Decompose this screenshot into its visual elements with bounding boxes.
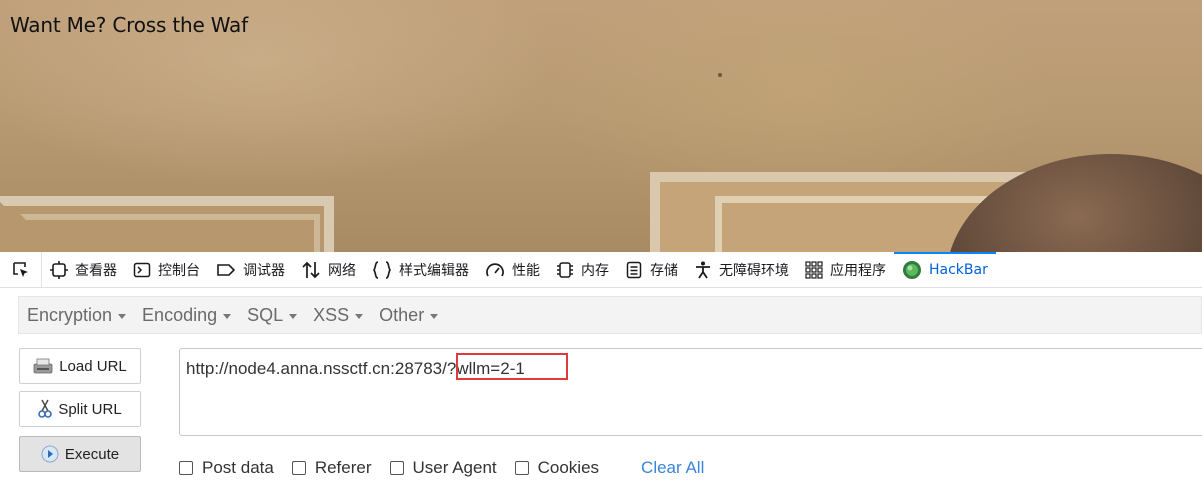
element-picker-icon — [12, 261, 28, 277]
button-label: Load URL — [59, 357, 127, 375]
performance-icon — [486, 262, 504, 276]
tab-console[interactable]: 控制台 — [125, 252, 208, 288]
tab-label: 内存 — [581, 262, 609, 279]
tab-label: 样式编辑器 — [399, 262, 469, 279]
network-icon — [302, 261, 320, 278]
tab-performance[interactable]: 性能 — [477, 252, 548, 288]
tab-hackbar[interactable]: HackBar — [894, 251, 996, 288]
background-door-frame-inner — [20, 214, 320, 252]
load-url-icon — [33, 358, 53, 374]
tab-style-editor[interactable]: 样式编辑器 — [364, 252, 477, 288]
page-viewport: Want Me? Cross the Waf — [0, 0, 1202, 252]
tab-label: 存储 — [650, 262, 678, 279]
tab-label: 查看器 — [75, 262, 117, 279]
menu-encoding[interactable]: Encoding — [134, 296, 239, 334]
load-url-button[interactable]: Load URL — [19, 348, 141, 384]
cookies-option[interactable]: Cookies — [514, 458, 600, 478]
debugger-icon — [217, 263, 236, 276]
tab-label: 无障碍环境 — [719, 262, 789, 279]
caret-down-icon — [118, 313, 127, 319]
devtools-toolbar: 查看器 控制台 调试器 网络 样式编辑器 性能 内存 存储 无障碍环境 应用程序… — [0, 251, 1202, 288]
menu-label: Encoding — [142, 304, 218, 325]
console-icon — [133, 262, 151, 277]
button-label: Split URL — [58, 400, 122, 418]
caret-down-icon — [355, 313, 364, 319]
button-label: Execute — [64, 445, 120, 463]
tab-network[interactable]: 网络 — [293, 252, 364, 288]
option-label: User Agent — [412, 458, 497, 477]
background-speck — [718, 73, 722, 77]
user-agent-option[interactable]: User Agent — [389, 458, 497, 478]
post-data-checkbox[interactable] — [179, 461, 193, 475]
referer-option[interactable]: Referer — [291, 458, 372, 478]
split-url-button[interactable]: Split URL — [19, 391, 141, 427]
tab-label: 应用程序 — [830, 262, 886, 279]
inspector-icon — [50, 260, 68, 279]
play-icon — [41, 445, 59, 463]
tab-label: 控制台 — [158, 262, 200, 279]
tab-debugger[interactable]: 调试器 — [208, 252, 293, 288]
option-label: Referer — [314, 458, 372, 477]
referer-checkbox[interactable] — [291, 461, 306, 475]
storage-icon — [626, 261, 642, 278]
caret-down-icon — [223, 313, 232, 319]
element-picker-button[interactable] — [0, 251, 42, 288]
tab-label: HackBar — [929, 261, 988, 278]
scissors-icon — [38, 399, 53, 418]
option-label: Cookies — [537, 458, 600, 477]
url-text: http://node4.anna.nssctf.cn:28783/?wllm=… — [186, 359, 525, 378]
menu-label: Encryption — [27, 304, 113, 325]
memory-icon — [557, 261, 573, 278]
url-textarea[interactable]: http://node4.anna.nssctf.cn:28783/?wllm=… — [179, 348, 1202, 436]
tab-storage[interactable]: 存储 — [617, 252, 686, 288]
post-data-option[interactable]: Post data — [179, 458, 274, 478]
option-label: Post data — [202, 458, 274, 477]
style-editor-icon — [373, 260, 391, 279]
tab-label: 性能 — [512, 262, 540, 279]
menu-sql[interactable]: SQL — [239, 296, 305, 334]
menu-label: Other — [379, 304, 425, 325]
menu-other[interactable]: Other — [371, 296, 446, 334]
tab-accessibility[interactable]: 无障碍环境 — [686, 252, 797, 288]
tab-memory[interactable]: 内存 — [548, 252, 617, 288]
clear-all-link[interactable]: Clear All — [641, 458, 704, 478]
accessibility-icon — [696, 261, 710, 278]
menu-label: SQL — [247, 304, 284, 325]
tab-application[interactable]: 应用程序 — [797, 252, 894, 288]
application-icon — [805, 260, 823, 279]
menu-xss[interactable]: XSS — [305, 296, 371, 334]
hackbar-menu: Encryption Encoding SQL XSS Other — [18, 296, 1202, 334]
tab-label: 调试器 — [243, 262, 285, 279]
page-title: Want Me? Cross the Waf — [10, 13, 248, 37]
menu-encryption[interactable]: Encryption — [19, 296, 134, 334]
caret-down-icon — [289, 313, 298, 319]
caret-down-icon — [430, 313, 439, 319]
tab-inspector[interactable]: 查看器 — [42, 252, 125, 288]
menu-label: XSS — [313, 304, 350, 325]
execute-button[interactable]: Execute — [19, 436, 141, 472]
hackbar-icon — [903, 260, 921, 279]
tab-label: 网络 — [328, 262, 356, 279]
hackbar-options: Post data Referer User Agent Cookies Cle… — [179, 456, 704, 480]
user-agent-checkbox[interactable] — [389, 461, 404, 475]
cookies-checkbox[interactable] — [514, 461, 529, 475]
